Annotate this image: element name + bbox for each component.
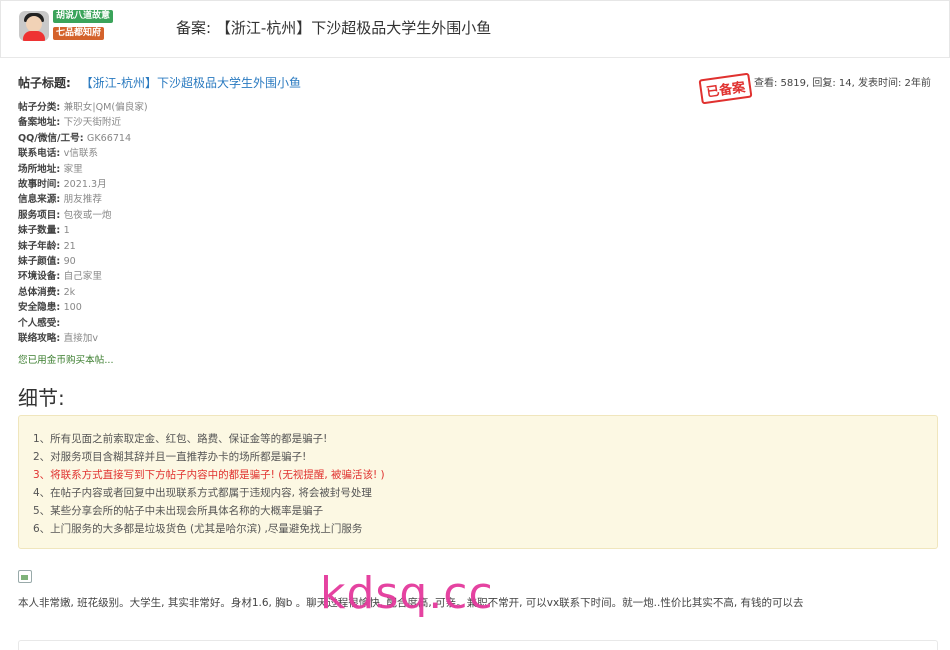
user-badge-title: 胡说八道故意: [53, 10, 114, 23]
notice-item: 5、某些分享会所的帖子中未出现会所具体名称的大概率是骗子: [33, 505, 324, 517]
filed-stamp: 已备案: [698, 72, 753, 105]
notice-item: 1、所有见面之前索取定金、红包、路费、保证金等的都是骗子!: [33, 433, 328, 445]
purchase-note: 您已用金币购买本帖...: [18, 355, 114, 366]
info-row: 备案地址: 下沙天街附近: [18, 117, 122, 129]
section-title: 细节:: [18, 386, 65, 410]
notice-item: 2、对服务项目含糊其辞并且一直推荐办卡的场所都是骗子!: [33, 451, 307, 463]
post-title-row: 帖子标题: 【浙江-杭州】下沙超极品大学生外围小鱼: [18, 74, 301, 91]
info-row: 安全隐患: 100: [18, 302, 82, 314]
info-row: 服务项目: 包夜或一炮: [18, 209, 112, 221]
info-row: 总体消费: 2k: [18, 286, 76, 298]
info-list: 帖子分类: 兼职女|QM(偏良家) 备案地址: 下沙天街附近 QQ/微信/工号:…: [18, 100, 148, 347]
info-row: 环境设备: 自己家里: [18, 271, 102, 283]
post-stats: 查看: 5819, 回复: 14, 发表时间: 2年前: [754, 78, 931, 89]
watermark: kdsq.cc: [320, 568, 494, 619]
info-row: 妹子颜值: 90: [18, 256, 76, 268]
info-row: 个人感受:: [18, 317, 61, 329]
broken-image-icon: [18, 570, 32, 583]
avatar[interactable]: [19, 11, 49, 41]
post-title-link[interactable]: 【浙江-杭州】下沙超极品大学生外围小鱼: [81, 76, 301, 90]
info-row: 联系电话: v信联系: [18, 148, 99, 160]
page-title: 备案: 【浙江-杭州】下沙超极品大学生外围小鱼: [176, 19, 492, 37]
info-row: 场所地址: 家里: [18, 163, 83, 175]
info-row: 联络攻略: 直接加v: [18, 333, 99, 345]
user-badge-rank: 七品都知府: [53, 27, 105, 40]
post-title-label: 帖子标题:: [18, 76, 71, 90]
info-row: 帖子分类: 兼职女|QM(偏良家): [18, 102, 148, 113]
warning-notice: 1、所有见面之前索取定金、红包、路费、保证金等的都是骗子! 2、对服务项目含糊其…: [18, 415, 938, 549]
post-header: 胡说八道故意 七品都知府 备案: 【浙江-杭州】下沙超极品大学生外围小鱼: [0, 0, 950, 58]
info-row: 妹子数量: 1: [18, 225, 70, 237]
reply-box: [18, 640, 938, 650]
info-row: 信息来源: 朋友推荐: [18, 194, 102, 206]
notice-item: 4、在帖子内容或者回复中出现联系方式都属于违规内容, 将会被封号处理: [33, 487, 372, 499]
info-row: 故事时间: 2021.3月: [18, 179, 107, 191]
notice-item-highlight: 3、将联系方式直接写到下方帖子内容中的都是骗子! (无视提醒, 被骗活该! ): [33, 469, 385, 481]
info-row: 妹子年龄: 21: [18, 240, 76, 252]
notice-item: 6、上门服务的大多都是垃圾货色 (尤其是哈尔滨) ,尽量避免找上门服务: [33, 523, 363, 535]
info-row: QQ/微信/工号: GK66714: [18, 132, 132, 144]
